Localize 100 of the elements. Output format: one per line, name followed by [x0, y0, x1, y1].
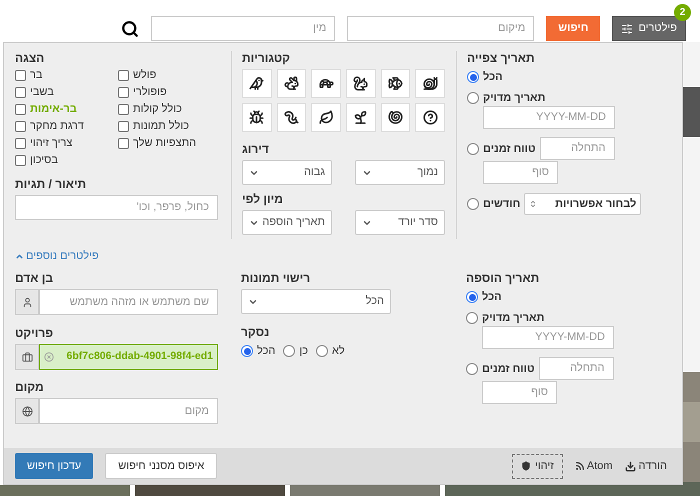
- turtle-icon: [318, 76, 334, 91]
- checkbox[interactable]: [118, 138, 129, 149]
- search-button[interactable]: חיפוש: [546, 16, 600, 41]
- update-search-button[interactable]: עדכון חיפוש: [15, 453, 94, 479]
- radio-button[interactable]: [241, 345, 253, 358]
- dropdown[interactable]: הכל: [241, 289, 391, 314]
- category-button[interactable]: [346, 103, 376, 132]
- bug-icon: [249, 110, 264, 125]
- checkbox-label: התצפיות שלך: [133, 137, 196, 150]
- rss-icon: [574, 461, 585, 471]
- checkbox-label: בסיכון: [30, 154, 58, 167]
- radio-button[interactable]: [466, 312, 478, 324]
- category-button[interactable]: [415, 103, 445, 132]
- category-button[interactable]: [276, 69, 306, 98]
- checkbox-label: פופולרי: [133, 86, 167, 99]
- date-field[interactable]: YYYY-MM-DD: [482, 326, 614, 349]
- worm-icon: [284, 110, 299, 125]
- date-field[interactable]: סוף: [482, 381, 557, 404]
- date-field[interactable]: התחלה: [538, 357, 614, 380]
- checkbox[interactable]: [15, 121, 26, 132]
- section-heading: רישוי תמונות: [241, 271, 310, 285]
- briefcase-icon: [22, 352, 32, 362]
- count-badge: 2: [674, 4, 691, 21]
- section-heading: פרויקט: [15, 326, 54, 340]
- radio-label: הכל: [483, 70, 503, 84]
- radio-button[interactable]: [466, 362, 478, 374]
- identify-link[interactable]: זיהוי: [512, 454, 563, 478]
- radio-label: חודשים: [483, 197, 520, 211]
- dropdown[interactable]: תאריך הוספה: [242, 210, 332, 235]
- category-button[interactable]: [242, 69, 272, 98]
- species-field[interactable]: מין: [151, 16, 336, 41]
- checkbox-label: כולל קולות: [133, 103, 182, 116]
- category-button[interactable]: [311, 103, 341, 132]
- category-button[interactable]: [346, 69, 376, 98]
- place-field[interactable]: מיקום: [347, 16, 534, 41]
- checkbox[interactable]: [15, 138, 26, 149]
- input-field[interactable]: שם משתמש או מזהה משתמש: [39, 289, 218, 315]
- category-button[interactable]: [380, 103, 410, 132]
- radio-label: הכל: [482, 290, 502, 304]
- radio-button[interactable]: [467, 92, 479, 104]
- category-button[interactable]: [242, 103, 272, 132]
- atom-link[interactable]: Atom: [574, 458, 613, 474]
- radio-button[interactable]: [316, 345, 328, 358]
- radio-label: תאריך מדויק: [483, 91, 546, 105]
- reset-filters-button[interactable]: איפוס מסנני חיפוש: [105, 453, 218, 479]
- sprout-icon: [353, 110, 368, 125]
- checkbox-label: דרגת מחקר: [30, 120, 84, 133]
- checkbox-label: כולל תמונות: [133, 120, 189, 133]
- category-button[interactable]: [276, 103, 306, 132]
- date-field[interactable]: YYYY-MM-DD: [483, 106, 615, 129]
- shield-icon: [520, 461, 531, 471]
- checkbox[interactable]: [15, 104, 26, 115]
- input-field[interactable]: מקום: [39, 398, 218, 424]
- date-field[interactable]: סוף: [483, 161, 558, 184]
- download-link[interactable]: הורדה: [624, 458, 667, 474]
- search-icon[interactable]: [121, 20, 140, 38]
- caret-up-icon: [15, 252, 24, 260]
- leaf-icon: [318, 110, 334, 125]
- section-heading: מקום: [15, 380, 44, 394]
- input-field[interactable]: 6bf7c806-ddab-4901-98f4-ed1: [39, 344, 218, 370]
- dropdown[interactable]: סדר יורד: [355, 210, 445, 235]
- checkbox[interactable]: [118, 104, 129, 115]
- radio-label: טווח זמנים: [483, 142, 536, 156]
- checkbox[interactable]: [15, 155, 26, 166]
- section-heading: הצגה: [15, 51, 44, 65]
- bird-icon: [249, 76, 264, 91]
- category-button[interactable]: [415, 69, 445, 98]
- radio-button[interactable]: [467, 198, 479, 210]
- checkbox[interactable]: [118, 70, 129, 81]
- more-filters-link[interactable]: פילטרים נוספים: [15, 249, 99, 263]
- checkbox[interactable]: [118, 87, 129, 98]
- checkbox[interactable]: [15, 70, 26, 81]
- checkbox[interactable]: [118, 121, 129, 132]
- dropdown[interactable]: גבוה: [242, 160, 332, 185]
- months-dropdown[interactable]: לבחור אפשרויות: [524, 193, 642, 215]
- sliders-icon: [621, 22, 634, 34]
- filters-button[interactable]: פילטרים: [612, 16, 686, 41]
- checkbox[interactable]: [15, 87, 26, 98]
- radio-button[interactable]: [283, 345, 296, 358]
- section-heading: קטגוריות: [242, 51, 290, 65]
- radio-label: כן: [299, 344, 308, 359]
- radio-button[interactable]: [466, 291, 478, 303]
- checkbox-label: בר: [30, 69, 42, 82]
- clear-icon: [44, 352, 54, 362]
- checkbox-label: בר-אימות: [30, 103, 77, 116]
- question-icon: [422, 110, 438, 125]
- category-button[interactable]: [380, 69, 410, 98]
- radio-button[interactable]: [467, 71, 479, 83]
- tags-field[interactable]: כחול, פרפר, וכו': [15, 195, 218, 220]
- globe-icon: [22, 406, 32, 416]
- checkbox-label: בשבי: [30, 86, 54, 99]
- dropdown[interactable]: נמוך: [355, 160, 445, 185]
- radio-label: טווח זמנים: [482, 362, 535, 376]
- radio-label: לא: [332, 344, 345, 359]
- category-button[interactable]: [311, 69, 341, 98]
- section-heading: דירוג: [242, 142, 269, 156]
- person-icon: [22, 296, 32, 308]
- date-field[interactable]: התחלה: [540, 137, 615, 160]
- radio-button[interactable]: [467, 142, 479, 154]
- section-heading: מיון לפי: [242, 192, 283, 206]
